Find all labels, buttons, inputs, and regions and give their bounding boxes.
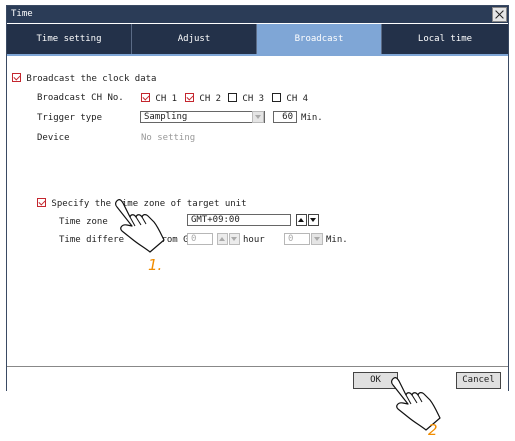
ch3-label: CH 3: [242, 94, 265, 104]
tab-bar: Time setting Adjust Broadcast Local time: [7, 24, 508, 54]
timezone-checkbox[interactable]: [37, 198, 46, 207]
ch3-checkbox[interactable]: [228, 93, 237, 102]
step-2-label: 2: [428, 421, 438, 439]
hour-field[interactable]: 0: [187, 233, 213, 245]
ch4-label: CH 4: [286, 94, 309, 104]
broadcast-clock-label: Broadcast the clock data: [26, 74, 157, 84]
minute-dropdown-arrow[interactable]: [311, 233, 323, 245]
tab-local-time[interactable]: Local time: [382, 24, 508, 54]
ch2-option[interactable]: CH 2: [185, 93, 221, 104]
time-dialog: Time Time setting Adjust Broadcast Local…: [6, 5, 509, 391]
minute-unit-label: Min.: [326, 235, 348, 245]
ch2-label: CH 2: [199, 94, 222, 104]
window-title: Time: [11, 9, 33, 19]
trigger-type-dropdown-arrow[interactable]: [252, 111, 264, 123]
ch2-checkbox[interactable]: [185, 93, 194, 102]
device-value: No setting: [141, 133, 196, 143]
hand-pointer-icon: [115, 199, 165, 253]
ch4-checkbox[interactable]: [272, 93, 281, 102]
ch1-label: CH 1: [155, 94, 178, 104]
tab-time-setting[interactable]: Time setting: [7, 24, 132, 54]
trigger-type-label: Trigger type: [37, 113, 103, 123]
broadcast-clock-checkbox-row[interactable]: Broadcast the clock data: [12, 73, 156, 84]
hour-unit-label: hour: [243, 235, 265, 245]
close-icon[interactable]: [492, 7, 507, 22]
time-zone-up-arrow[interactable]: [296, 214, 307, 226]
tab-underline: [7, 54, 508, 56]
tab-adjust[interactable]: Adjust: [132, 24, 257, 54]
broadcast-ch-label: Broadcast CH No.: [37, 93, 124, 103]
step-1-label: 1.: [148, 256, 163, 274]
ch1-checkbox[interactable]: [141, 93, 150, 102]
time-zone-down-arrow[interactable]: [308, 214, 319, 226]
device-label: Device: [37, 133, 70, 143]
trigger-type-select[interactable]: Sampling: [140, 111, 265, 123]
time-zone-field[interactable]: GMT+09:00: [187, 214, 291, 226]
tab-broadcast[interactable]: Broadcast: [257, 24, 382, 54]
hour-down-arrow[interactable]: [229, 233, 240, 245]
hour-up-arrow[interactable]: [217, 233, 228, 245]
time-zone-label: Time zone: [59, 217, 108, 227]
cancel-button[interactable]: Cancel: [456, 372, 501, 389]
ch4-option[interactable]: CH 4: [272, 93, 308, 104]
ch1-option[interactable]: CH 1: [141, 93, 177, 104]
title-bar: Time: [7, 6, 508, 23]
broadcast-clock-checkbox[interactable]: [12, 73, 21, 82]
minute-field[interactable]: 0: [284, 233, 310, 245]
trigger-unit-label: Min.: [301, 113, 323, 123]
trigger-interval-field[interactable]: 60: [273, 111, 297, 123]
ch3-option[interactable]: CH 3: [228, 93, 264, 104]
